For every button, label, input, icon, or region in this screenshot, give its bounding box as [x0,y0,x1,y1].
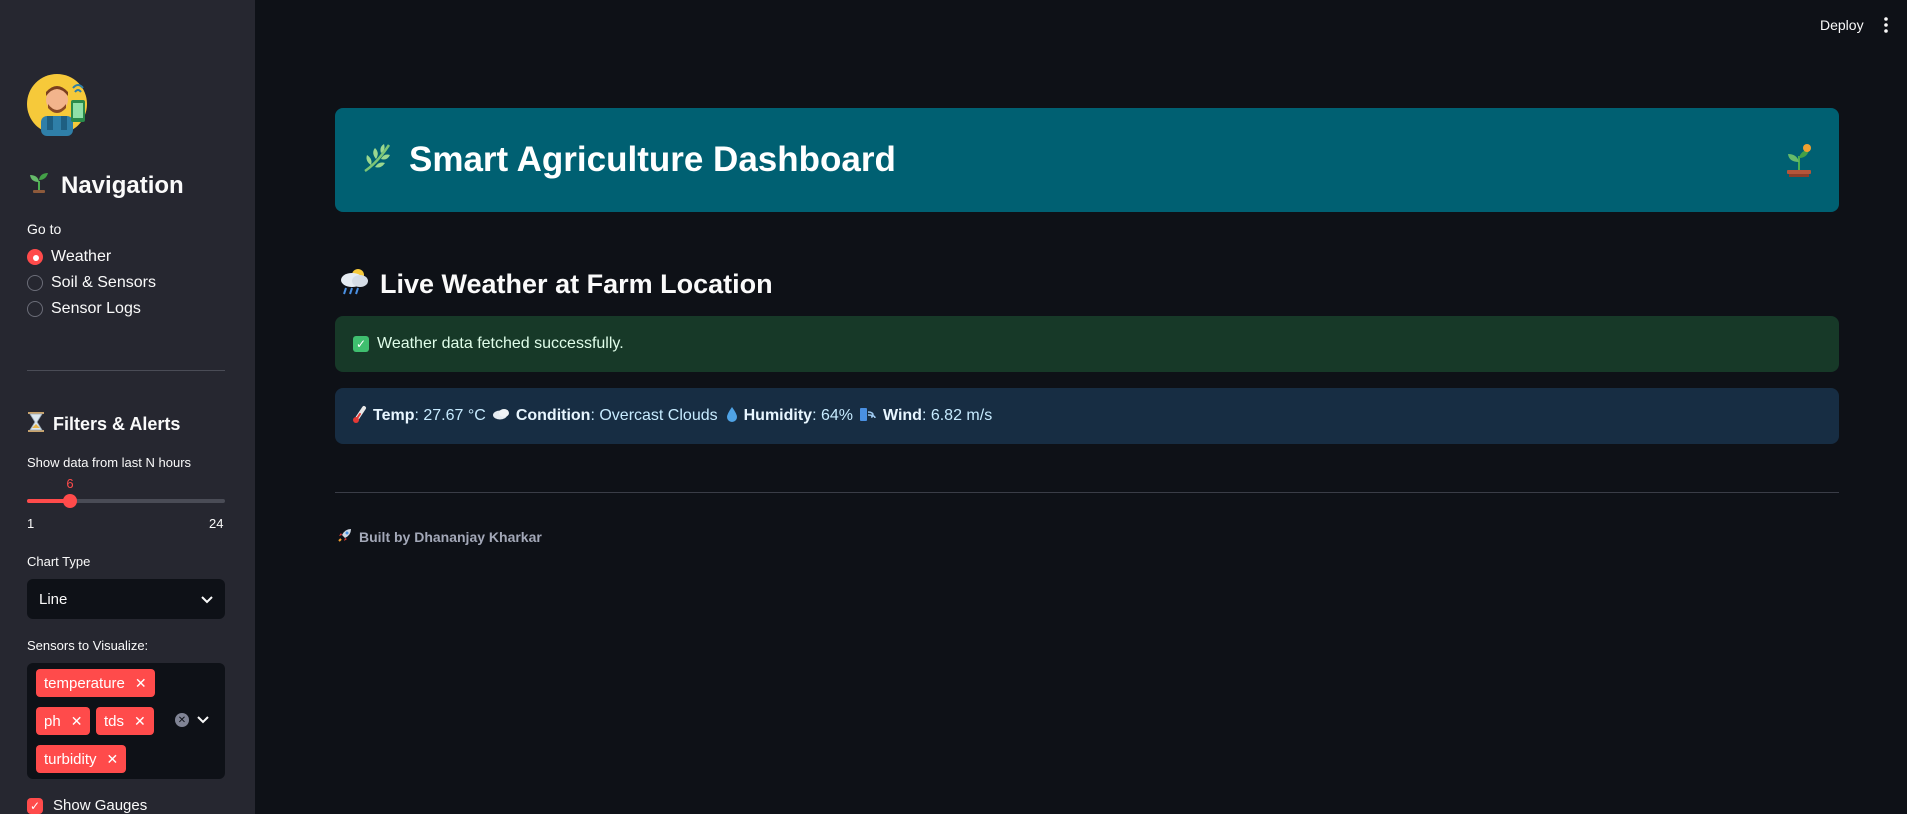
clear-all-icon[interactable]: ✕ [175,713,189,727]
deploy-button[interactable]: Deploy [1820,17,1864,33]
sensor-tag-label: ph [44,712,61,730]
remove-tag-icon[interactable]: ✕ [134,713,146,730]
condition-value: Overcast Clouds [599,407,718,424]
sidebar-divider [27,370,225,371]
sprout-pot-icon [1781,142,1817,183]
wind-label: Wind [882,407,922,424]
nav-option-label: Sensor Logs [51,300,141,317]
checkbox-checked-icon[interactable]: ✓ [27,797,43,814]
cloud-rain-sun-icon [338,266,370,303]
hours-slider-label: Show data from last N hours [27,455,192,470]
remove-tag-icon[interactable]: ✕ [71,713,83,730]
goto-label: Go to [27,221,62,237]
humidity-label: Humidity [743,407,813,424]
nav-option-weather[interactable]: Weather [27,247,111,267]
colon: : [921,407,931,424]
chart-type-value: Line [39,590,68,608]
hours-slider-value: 6 [66,476,74,491]
herb-icon [361,141,395,180]
sensor-tag-label: turbidity [44,750,97,768]
thermometer-icon [353,405,367,428]
remove-tag-icon[interactable]: ✕ [135,675,147,692]
sidebar: Navigation Go to Weather Soil & Sensors … [0,0,255,814]
page-title: Smart Agriculture Dashboard [409,140,896,179]
temp-label: Temp [373,407,415,424]
droplet-icon [726,406,738,427]
temp-value: 27.67 °C [423,407,486,424]
colon: : [414,407,424,424]
chevron-down-icon[interactable] [197,711,209,729]
sensor-tag-tds[interactable]: tds ✕ [96,707,154,735]
chevron-down-icon [201,591,213,608]
filters-heading: Filters & Alerts [27,412,180,437]
colon: : [590,407,600,424]
remove-tag-icon[interactable]: ✕ [107,751,119,768]
nav-option-sensor-logs[interactable]: Sensor Logs [27,299,141,319]
farmer-avatar-icon [27,72,91,136]
kebab-menu-icon[interactable] [1882,16,1890,34]
check-mark-icon: ✓ [353,336,369,352]
nav-option-soil-sensors[interactable]: Soil & Sensors [27,273,156,293]
footer: Built by Dhananjay Kharkar [337,527,542,546]
sensor-tag-label: tds [104,712,125,730]
chart-type-label: Chart Type [27,554,91,569]
seedling-icon [27,170,51,201]
chart-type-select[interactable]: Line [27,579,225,619]
radio-selected-icon[interactable] [27,249,43,265]
sensors-multiselect[interactable]: temperature ✕ ph ✕ tds ✕ turbidity ✕ ✕ [27,663,225,779]
hours-slider-min: 1 [27,516,35,531]
success-alert: ✓ Weather data fetched successfully. [335,316,1839,372]
footer-divider [335,492,1839,493]
hours-slider[interactable] [27,494,225,508]
wind-value: 6.82 m/s [930,407,993,424]
sensor-tag-label: temperature [44,674,125,692]
hours-slider-max: 24 [209,516,224,531]
show-gauges-label: Show Gauges [53,797,148,814]
filters-heading-text: Filters & Alerts [53,414,181,434]
humidity-value: 64% [820,407,853,424]
radio-unselected-icon[interactable] [27,275,43,291]
wind-icon [859,406,877,427]
dashboard-banner: Smart Agriculture Dashboard [335,108,1839,212]
condition-label: Condition [515,407,591,424]
nav-option-label: Soil & Sensors [51,274,156,291]
section-title-text: Live Weather at Farm Location [380,269,773,299]
navigation-heading-text: Navigation [61,171,184,199]
cloud-icon [492,407,510,425]
show-gauges-checkbox[interactable]: ✓ Show Gauges [27,797,147,814]
weather-info-alert: Temp: 27.67 °C Condition: Overcast Cloud… [335,388,1839,444]
sensors-label: Sensors to Visualize: [27,638,149,653]
navigation-heading: Navigation [27,170,184,201]
sensor-tag-ph[interactable]: ph ✕ [36,707,91,735]
hourglass-icon [27,412,45,437]
sensor-tag-turbidity[interactable]: turbidity ✕ [36,745,127,773]
hours-slider-thumb[interactable] [63,494,77,508]
success-message: Weather data fetched successfully. [377,335,624,352]
colon: : [812,407,821,424]
sensor-tag-temperature[interactable]: temperature ✕ [36,669,155,697]
rocket-icon [337,527,353,546]
nav-option-label: Weather [51,248,112,265]
section-title: Live Weather at Farm Location [338,266,773,303]
footer-text: Built by Dhananjay Kharkar [359,528,542,545]
radio-unselected-icon[interactable] [27,301,43,317]
